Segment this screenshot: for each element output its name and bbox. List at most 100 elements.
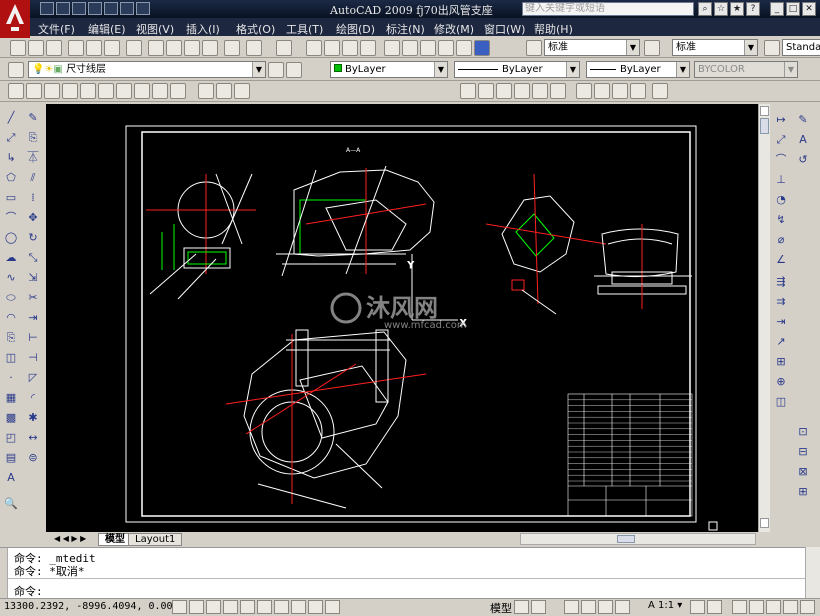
pan-status-icon[interactable] bbox=[564, 600, 579, 614]
scroll-up-icon[interactable] bbox=[760, 106, 769, 116]
model-space-label[interactable]: 模型 bbox=[490, 600, 512, 616]
ellipse-icon[interactable]: ⬭ bbox=[2, 290, 20, 306]
ellipse-arc-icon[interactable]: ◠ bbox=[2, 310, 20, 326]
construction-line-icon[interactable]: ⤢ bbox=[2, 130, 20, 146]
quick-view-drawings-icon[interactable] bbox=[531, 600, 546, 614]
table-style-select[interactable]: Standar bbox=[782, 39, 820, 56]
menu-file[interactable]: 文件(F) bbox=[38, 21, 75, 37]
intersect-icon[interactable] bbox=[234, 83, 250, 99]
radius-icon[interactable]: ◔ bbox=[772, 192, 790, 208]
grid-icon[interactable] bbox=[189, 600, 204, 614]
otrack-icon[interactable] bbox=[257, 600, 272, 614]
presspull-icon[interactable] bbox=[170, 83, 186, 99]
tab-model[interactable]: 模型 bbox=[98, 533, 132, 546]
subtract-icon[interactable] bbox=[216, 83, 232, 99]
taper-faces-icon[interactable] bbox=[550, 83, 566, 99]
undo-icon[interactable] bbox=[104, 2, 118, 15]
color-select[interactable]: ByLayer ▼ bbox=[330, 61, 448, 78]
delete-faces-icon[interactable] bbox=[514, 83, 530, 99]
vertical-scrollbar[interactable] bbox=[758, 104, 770, 532]
sphere-icon[interactable] bbox=[62, 83, 78, 99]
showmotion-icon[interactable] bbox=[615, 600, 630, 614]
osnap-icon[interactable] bbox=[240, 600, 255, 614]
save-file-icon[interactable] bbox=[46, 40, 62, 56]
horizontal-scroll-thumb[interactable] bbox=[617, 535, 635, 543]
linetype-select[interactable]: ByLayer ▼ bbox=[454, 61, 580, 78]
check-icon[interactable] bbox=[652, 83, 668, 99]
dyn-icon[interactable] bbox=[291, 600, 306, 614]
rotate-icon[interactable]: ↻ bbox=[24, 230, 42, 246]
quick-view-layouts-icon[interactable] bbox=[514, 600, 529, 614]
menu-tools[interactable]: 工具(T) bbox=[286, 21, 323, 37]
zoom-tool-icon[interactable]: 🔍 bbox=[2, 496, 20, 512]
save-icon[interactable] bbox=[72, 2, 86, 15]
cone-icon[interactable] bbox=[44, 83, 60, 99]
align-icon[interactable]: ⊜ bbox=[24, 450, 42, 466]
zoom-realtime-icon[interactable] bbox=[324, 40, 340, 56]
snap-icon[interactable] bbox=[172, 600, 187, 614]
stretch-icon[interactable]: ⇲ bbox=[24, 270, 42, 286]
center-mark-icon[interactable]: ⊕ bbox=[772, 374, 790, 390]
menu-view[interactable]: 视图(V) bbox=[136, 21, 174, 37]
vertical-scroll-thumb[interactable] bbox=[760, 118, 769, 134]
ordinate-icon[interactable]: ⊥ bbox=[772, 172, 790, 188]
ducs-icon[interactable] bbox=[274, 600, 289, 614]
chamfer-icon[interactable]: ◸ bbox=[24, 370, 42, 386]
redo-tool-icon[interactable] bbox=[276, 40, 292, 56]
region-icon[interactable]: ◰ bbox=[2, 430, 20, 446]
angular-icon[interactable]: ∠ bbox=[772, 252, 790, 268]
help-tool-icon[interactable] bbox=[474, 40, 490, 56]
dim-text-edit-icon[interactable]: A bbox=[794, 132, 812, 148]
command-prompt[interactable]: 命令: bbox=[14, 583, 43, 599]
command-scrollbar[interactable] bbox=[805, 547, 820, 598]
rotate-faces-icon[interactable] bbox=[532, 83, 548, 99]
break-icon[interactable]: ⊢ bbox=[24, 330, 42, 346]
steering-wheel-icon[interactable] bbox=[598, 600, 613, 614]
imprint-icon[interactable] bbox=[576, 83, 592, 99]
zoom-status-icon[interactable] bbox=[581, 600, 596, 614]
extend-icon[interactable]: ⇥ bbox=[24, 310, 42, 326]
lineweight-toggle-icon[interactable] bbox=[308, 600, 323, 614]
hatch-icon[interactable]: ▦ bbox=[2, 390, 20, 406]
scale-icon[interactable]: ⤡ bbox=[24, 250, 42, 266]
undo-tool-icon[interactable] bbox=[246, 40, 262, 56]
dim-update-icon[interactable]: ↺ bbox=[794, 152, 812, 168]
dropdown-icon[interactable] bbox=[136, 2, 150, 15]
menu-draw[interactable]: 绘图(D) bbox=[336, 21, 375, 37]
menu-help[interactable]: 帮助(H) bbox=[534, 21, 573, 37]
horizontal-scrollbar[interactable] bbox=[520, 533, 756, 545]
extrude-faces-icon[interactable] bbox=[460, 83, 476, 99]
linear-dim-icon[interactable]: ↦ bbox=[772, 112, 790, 128]
rectangle-icon[interactable]: ▭ bbox=[2, 190, 20, 206]
shell-icon[interactable] bbox=[630, 83, 646, 99]
tool-palettes-icon[interactable] bbox=[420, 40, 436, 56]
zoom-previous-icon[interactable] bbox=[360, 40, 376, 56]
gradient-icon[interactable]: ▩ bbox=[2, 410, 20, 426]
torus-icon[interactable] bbox=[98, 83, 114, 99]
drawing-canvas[interactable]: A—A Y X 沐风网 www.mfcad.com bbox=[46, 104, 758, 532]
design-center-icon[interactable] bbox=[402, 40, 418, 56]
ucs-icon[interactable]: ⊡ bbox=[794, 424, 812, 440]
plot-icon[interactable] bbox=[68, 40, 84, 56]
application-menu-button[interactable] bbox=[0, 0, 30, 38]
trim-icon[interactable]: ✂ bbox=[24, 290, 42, 306]
layer-manager-icon[interactable] bbox=[8, 62, 24, 78]
explode-icon[interactable]: ✱ bbox=[24, 410, 42, 426]
ortho-icon[interactable] bbox=[206, 600, 221, 614]
separate-icon[interactable] bbox=[612, 83, 628, 99]
help-search-input[interactable]: 键入关键字或短语 bbox=[522, 2, 694, 16]
menu-modify[interactable]: 修改(M) bbox=[434, 21, 474, 37]
plot-preview-icon[interactable] bbox=[86, 40, 102, 56]
copy-object-icon[interactable]: ⎘ bbox=[24, 130, 42, 146]
move-icon[interactable]: ✥ bbox=[24, 210, 42, 226]
aligned-dim-icon[interactable]: ⤢ bbox=[772, 132, 790, 148]
make-block-icon[interactable]: ◫ bbox=[2, 350, 20, 366]
properties-icon[interactable] bbox=[384, 40, 400, 56]
arc-length-icon[interactable]: ⌒ bbox=[772, 152, 790, 168]
menu-format[interactable]: 格式(O) bbox=[236, 21, 275, 37]
annotation-visibility-icon[interactable] bbox=[690, 600, 705, 614]
polygon-icon[interactable]: ⬠ bbox=[2, 170, 20, 186]
layer-previous-icon[interactable] bbox=[286, 62, 302, 78]
tab-layout1[interactable]: Layout1 bbox=[128, 533, 183, 546]
box-icon[interactable] bbox=[8, 83, 24, 99]
